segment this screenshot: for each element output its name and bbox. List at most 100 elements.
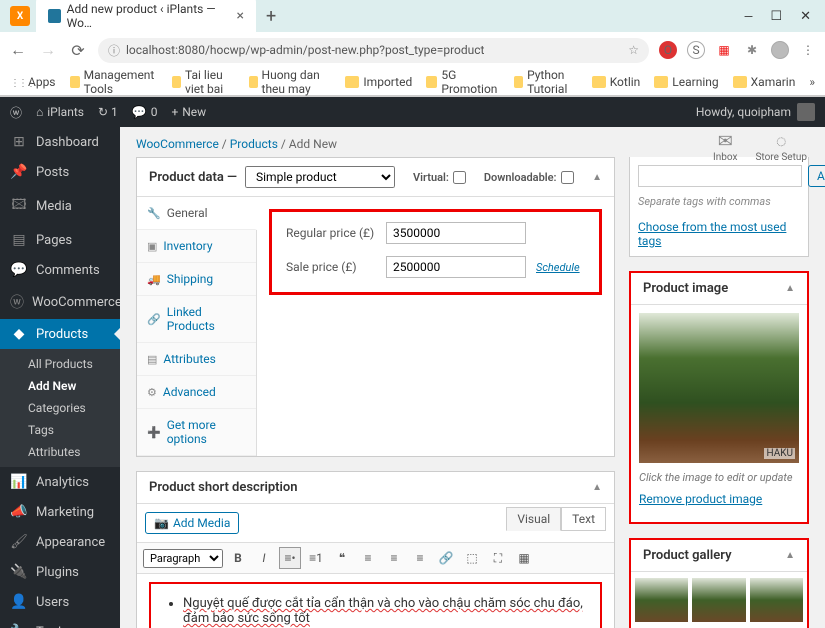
forward-icon[interactable]: → xyxy=(38,40,58,60)
wp-logo-icon[interactable]: ⓦ xyxy=(10,104,22,121)
number-list-icon[interactable]: ≡1 xyxy=(305,547,327,569)
bookmark-star-icon[interactable]: ☆ xyxy=(628,43,639,57)
menu-woocommerce[interactable]: ⓦWooCommerce xyxy=(0,285,120,319)
submenu-attributes[interactable]: Attributes xyxy=(0,441,120,463)
submenu-add-new[interactable]: Add New xyxy=(0,375,120,397)
product-type-select[interactable]: Simple product xyxy=(245,166,395,188)
toggle-panel-icon[interactable]: ▲ xyxy=(592,172,602,183)
site-info-icon[interactable]: ⓘ xyxy=(108,42,120,59)
reload-icon[interactable]: ⟳ xyxy=(68,41,88,60)
virtual-checkbox[interactable] xyxy=(453,171,466,184)
howdy-text[interactable]: Howdy, quoipham xyxy=(696,105,791,119)
submenu-categories[interactable]: Categories xyxy=(0,397,120,419)
address-bar[interactable]: ⓘ localhost:8080/hocwp/wp-admin/post-new… xyxy=(98,38,649,63)
menu-marketing[interactable]: 📣Marketing xyxy=(0,497,120,527)
menu-comments[interactable]: 💬Comments xyxy=(0,255,120,285)
toolbar-toggle-icon[interactable]: ▦ xyxy=(513,547,535,569)
bookmark-item[interactable]: Python Tutorial xyxy=(514,68,577,96)
tab-shipping[interactable]: 🚚Shipping xyxy=(137,263,256,296)
crumb-products[interactable]: Products xyxy=(230,137,278,151)
italic-icon[interactable]: I xyxy=(253,547,275,569)
editor-content[interactable]: Nguyệt quế được cắt tỉa cẩn thận và cho … xyxy=(137,574,614,628)
align-center-icon[interactable]: ≡ xyxy=(383,547,405,569)
most-used-tags-link[interactable]: Choose from the most used tags xyxy=(630,216,808,256)
gallery-thumb[interactable] xyxy=(692,578,745,622)
gallery-thumb[interactable] xyxy=(635,578,688,622)
text-tab[interactable]: Text xyxy=(561,507,606,531)
bookmark-item[interactable]: Management Tools xyxy=(70,68,159,96)
tab-general[interactable]: 🔧General xyxy=(137,197,257,230)
bookmarks-overflow-icon[interactable]: » xyxy=(809,75,815,89)
format-select[interactable]: Paragraph xyxy=(143,549,223,568)
new-content[interactable]: + New xyxy=(171,105,206,119)
schedule-link[interactable]: Schedule xyxy=(536,261,580,274)
menu-analytics[interactable]: 📊Analytics xyxy=(0,467,120,497)
ext-grid-icon[interactable]: ▦ xyxy=(715,41,733,59)
menu-plugins[interactable]: 🔌Plugins xyxy=(0,557,120,587)
submenu-all-products[interactable]: All Products xyxy=(0,353,120,375)
submenu-tags[interactable]: Tags xyxy=(0,419,120,441)
toggle-panel-icon[interactable]: ▲ xyxy=(785,283,795,294)
menu-products[interactable]: ◆Products xyxy=(0,319,120,349)
apps-shortcut[interactable]: Apps xyxy=(10,75,56,89)
add-tag-button[interactable]: Add xyxy=(808,165,825,187)
maximize-icon[interactable]: ☐ xyxy=(770,9,782,24)
product-image-thumb[interactable] xyxy=(639,313,799,463)
align-right-icon[interactable]: ≡ xyxy=(409,547,431,569)
insert-icon[interactable]: ⬚ xyxy=(461,547,483,569)
sale-price-input[interactable] xyxy=(386,256,526,278)
menu-users[interactable]: 👤Users xyxy=(0,587,120,617)
toggle-panel-icon[interactable]: ▲ xyxy=(785,550,795,561)
bold-icon[interactable]: B xyxy=(227,547,249,569)
align-left-icon[interactable]: ≡ xyxy=(357,547,379,569)
updates-icon[interactable]: ↻ 1 xyxy=(98,105,118,119)
bullet-list-icon[interactable]: ≡• xyxy=(279,547,301,569)
user-avatar-icon[interactable] xyxy=(797,103,815,121)
profile-avatar-icon[interactable] xyxy=(771,41,789,59)
menu-appearance[interactable]: 🖌Appearance xyxy=(0,527,120,557)
menu-dots-icon[interactable]: ⋮ xyxy=(799,41,817,59)
tab-inventory[interactable]: ▣Inventory xyxy=(137,230,256,263)
menu-media[interactable]: 🖾Media xyxy=(0,187,120,225)
bookmark-item[interactable]: Learning xyxy=(654,75,718,89)
site-name[interactable]: ⌂ iPlants xyxy=(36,105,84,119)
comments-count[interactable]: 💬 0 xyxy=(132,105,158,119)
ext-s-icon[interactable]: S xyxy=(687,41,705,59)
ext-puzzle-icon[interactable]: ✱ xyxy=(743,41,761,59)
close-tab-icon[interactable]: × xyxy=(237,8,244,24)
tab-advanced[interactable]: ⚙Advanced xyxy=(137,376,256,409)
menu-pages[interactable]: ▤Pages xyxy=(0,225,120,255)
tab-attributes[interactable]: ▤Attributes xyxy=(137,343,256,376)
bookmark-item[interactable]: Huong dan theu may xyxy=(249,68,332,96)
bookmark-item[interactable]: 5G Promotion xyxy=(426,68,500,96)
inbox-button[interactable]: ✉Inbox xyxy=(713,131,737,163)
menu-posts[interactable]: 📌Posts xyxy=(0,157,120,187)
fullscreen-icon[interactable]: ⛶ xyxy=(487,547,509,569)
back-icon[interactable]: ← xyxy=(8,40,28,60)
minimize-icon[interactable]: — xyxy=(745,9,753,24)
quote-icon[interactable]: ❝ xyxy=(331,547,353,569)
ext-opera-icon[interactable]: O xyxy=(659,41,677,59)
close-window-icon[interactable]: ✕ xyxy=(800,9,811,24)
store-setup-button[interactable]: ◌Store Setup xyxy=(755,131,807,163)
menu-dashboard[interactable]: ⊞Dashboard xyxy=(0,127,120,157)
bookmark-item[interactable]: Kotlin xyxy=(592,75,641,89)
bookmark-item[interactable]: Xamarin xyxy=(733,75,796,89)
downloadable-checkbox[interactable] xyxy=(561,171,574,184)
add-media-button[interactable]: 📷Add Media xyxy=(145,512,239,534)
regular-price-input[interactable] xyxy=(386,222,526,244)
browser-tab[interactable]: Add new product ‹ iPlants — Wo… × xyxy=(36,0,256,36)
new-tab-button[interactable]: + xyxy=(256,6,286,27)
bookmark-item[interactable]: Tai lieu viet bai xyxy=(172,68,234,96)
tag-input[interactable] xyxy=(638,165,802,187)
remove-image-link[interactable]: Remove product image xyxy=(639,488,799,514)
tab-linked[interactable]: 🔗Linked Products xyxy=(137,296,256,343)
crumb-woocommerce[interactable]: WooCommerce xyxy=(136,137,219,151)
menu-tools[interactable]: 🔧Tools xyxy=(0,617,120,628)
toggle-panel-icon[interactable]: ▲ xyxy=(592,482,602,493)
tab-more-options[interactable]: ➕Get more options xyxy=(137,409,256,456)
visual-tab[interactable]: Visual xyxy=(506,507,561,531)
link-icon[interactable]: 🔗 xyxy=(435,547,457,569)
gallery-thumb[interactable] xyxy=(750,578,803,622)
bookmark-item[interactable]: Imported xyxy=(345,75,412,89)
